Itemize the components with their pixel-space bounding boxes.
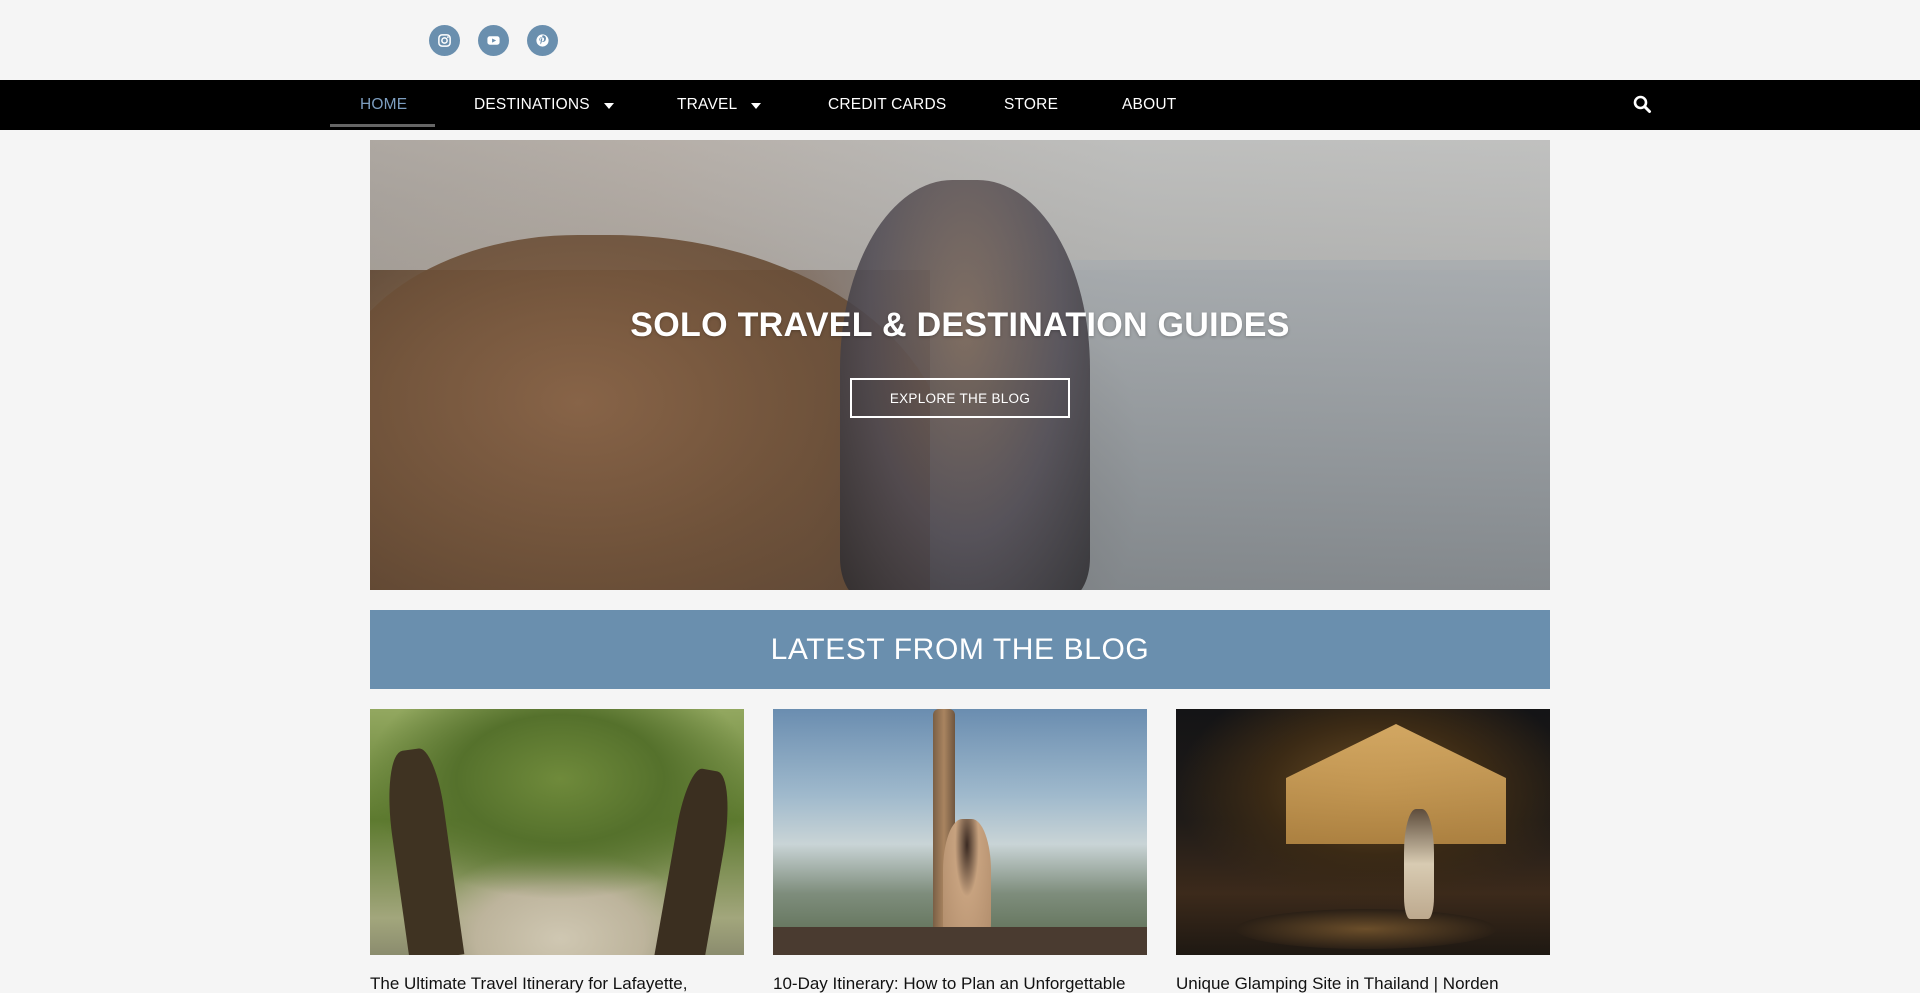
nav-item-about[interactable]: ABOUT [1122, 80, 1176, 130]
instagram-link[interactable] [429, 25, 460, 56]
blog-post-image[interactable] [370, 709, 744, 955]
nav-item-label: CREDIT CARDS [828, 96, 947, 113]
nav-item-label: DESTINATIONS [474, 96, 590, 113]
search-icon[interactable] [1632, 94, 1652, 114]
instagram-icon [438, 34, 451, 47]
nav-item-label: TRAVEL [677, 96, 738, 113]
nav-item-home[interactable]: HOME [360, 80, 407, 130]
youtube-icon [487, 36, 500, 45]
nav-item-label: ABOUT [1122, 96, 1177, 113]
blog-post-title[interactable]: Unique Glamping Site in Thailand | Norde… [1176, 974, 1576, 993]
nav-item-label: HOME [360, 96, 408, 113]
blog-heading-text: LATEST FROM THE BLOG [770, 632, 1150, 666]
active-nav-indicator [330, 124, 435, 127]
blog-post-image[interactable] [773, 709, 1147, 955]
blog-post-title[interactable]: 10-Day Itinerary: How to Plan an Unforge… [773, 974, 1173, 993]
hero-banner: SOLO TRAVEL & DESTINATION GUIDES EXPLORE… [370, 140, 1550, 590]
explore-blog-button[interactable]: EXPLORE THE BLOG [850, 378, 1070, 418]
nav-item-destinations[interactable]: DESTINATIONS [474, 80, 614, 130]
nav-item-credit-cards[interactable]: CREDIT CARDS [828, 80, 946, 130]
blog-section-heading: LATEST FROM THE BLOG [370, 610, 1550, 689]
pinterest-icon [536, 34, 549, 47]
hero-title: SOLO TRAVEL & DESTINATION GUIDES [630, 306, 1290, 344]
caret-down-icon [751, 103, 762, 109]
nav-item-label: STORE [1004, 96, 1059, 113]
nav-item-travel[interactable]: TRAVEL [677, 80, 762, 130]
blog-post-image[interactable] [1176, 709, 1550, 955]
pinterest-link[interactable] [527, 25, 558, 56]
image-detail [1236, 909, 1496, 949]
image-detail [653, 766, 737, 955]
blog-post-title[interactable]: The Ultimate Travel Itinerary for Lafaye… [370, 974, 770, 993]
image-detail [380, 746, 465, 955]
youtube-link[interactable] [478, 25, 509, 56]
image-detail [1286, 724, 1506, 844]
top-bar [0, 0, 1920, 80]
nav-item-store[interactable]: STORE [1004, 80, 1058, 130]
caret-down-icon [603, 103, 614, 109]
image-detail [1404, 809, 1434, 919]
image-detail [773, 927, 1147, 955]
